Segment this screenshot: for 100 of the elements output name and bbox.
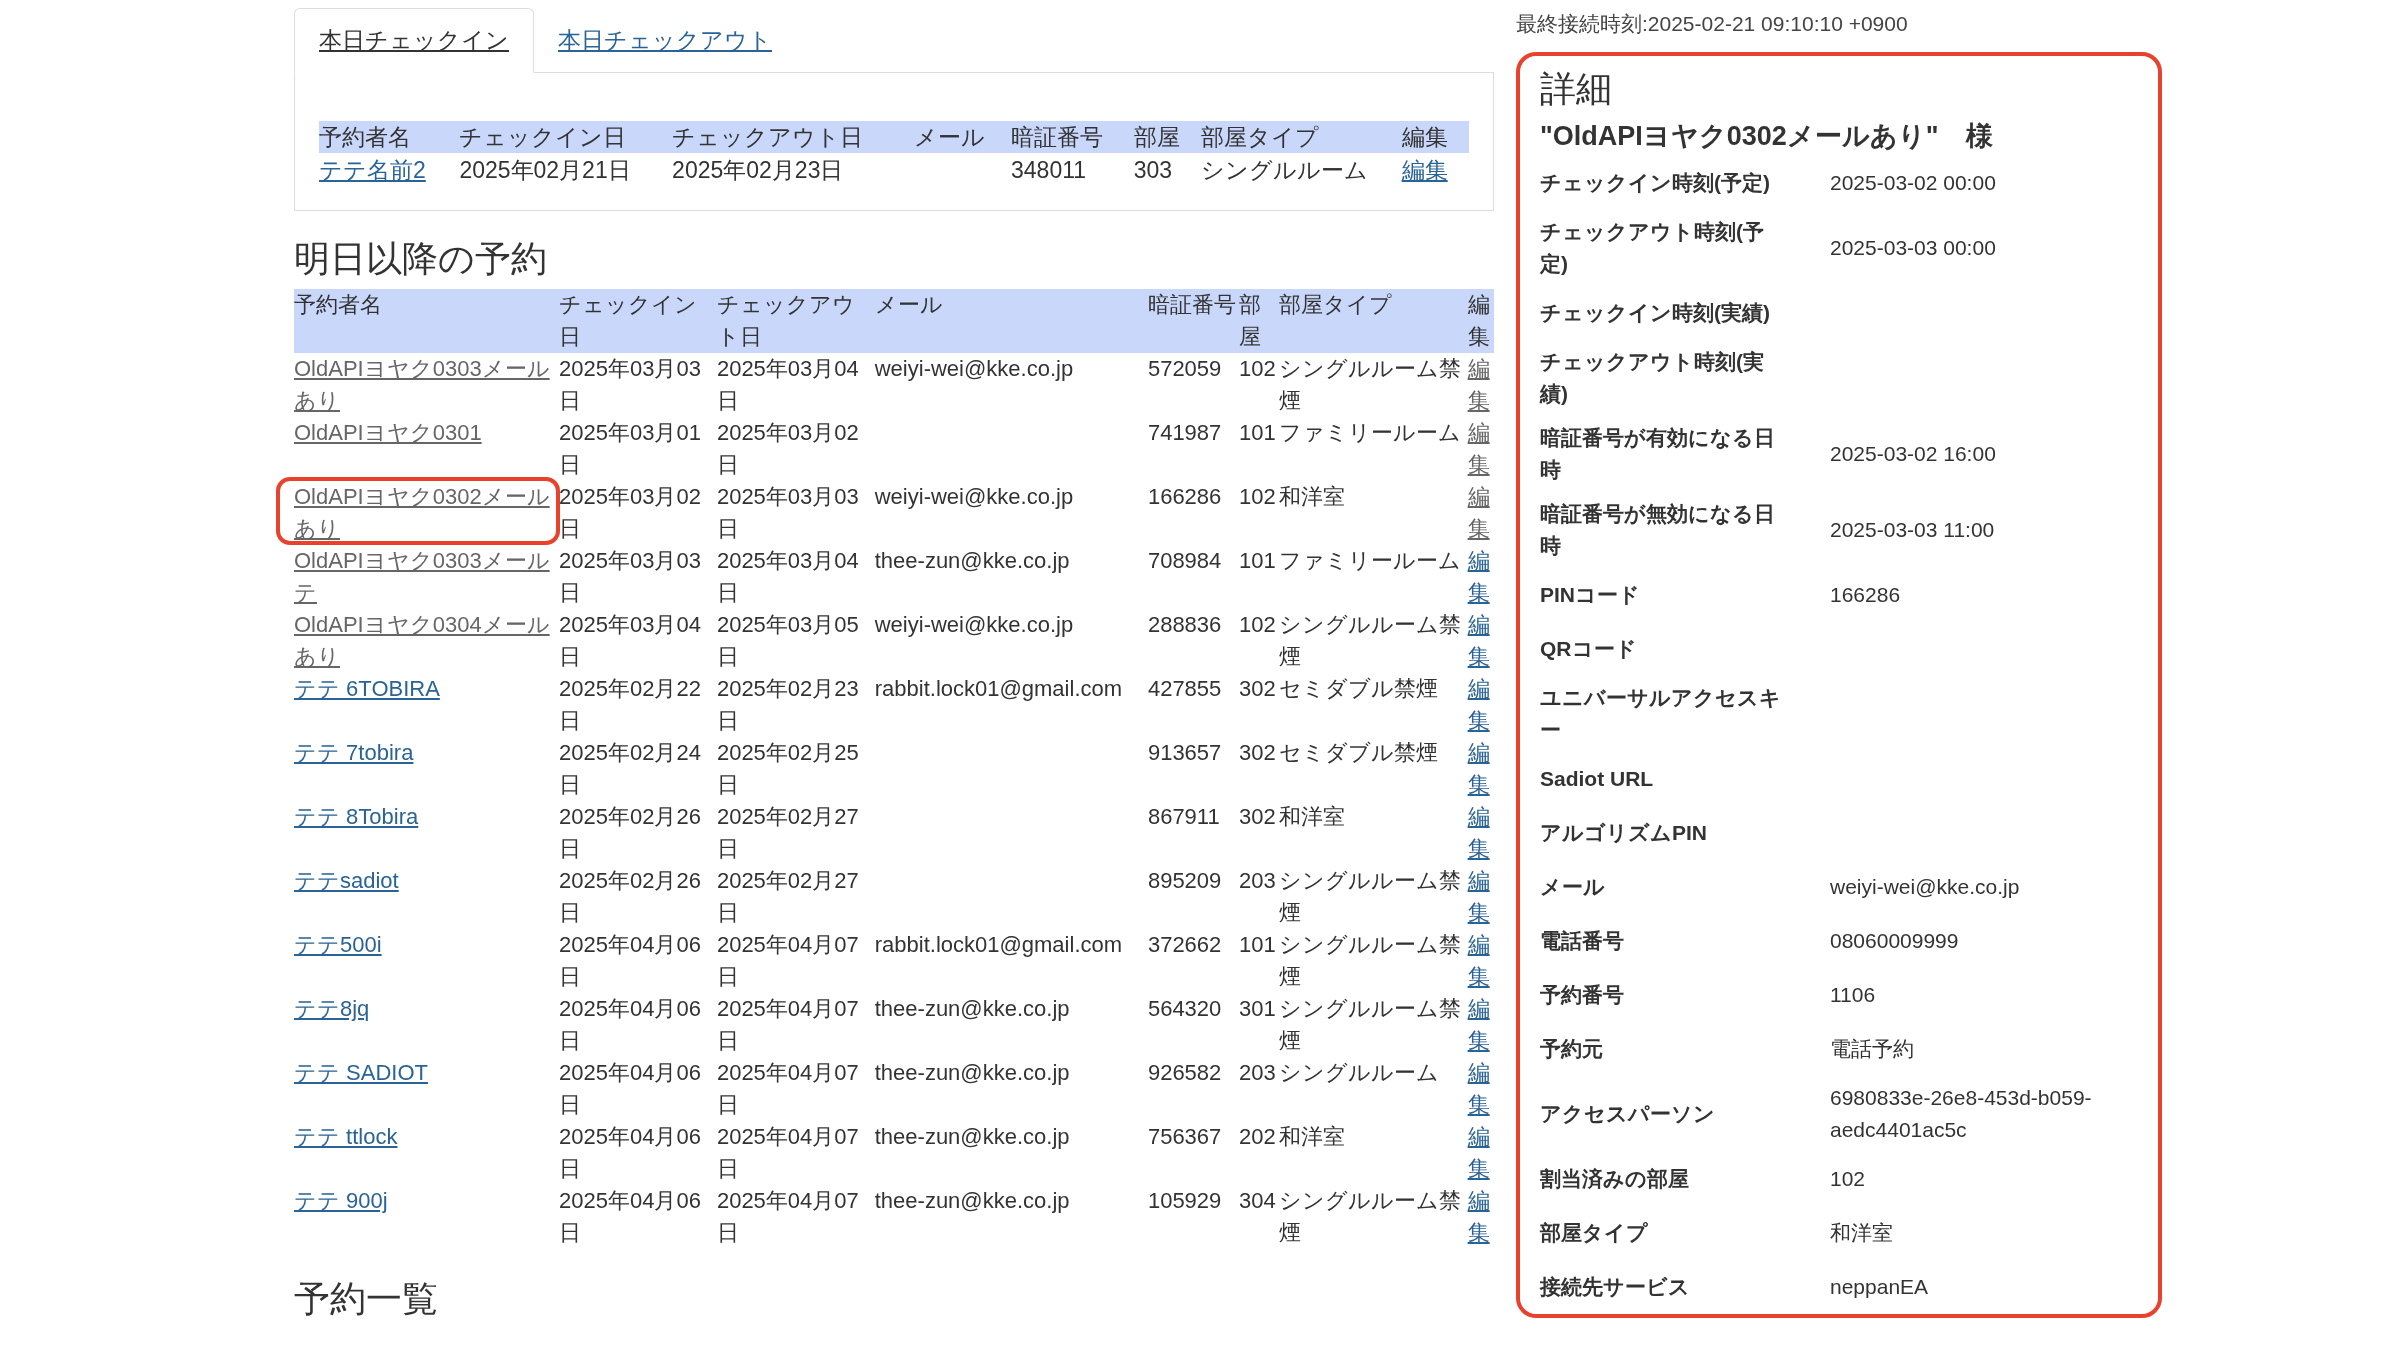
guest-link[interactable]: テテ 6TOBIRA [294,672,560,705]
guest-link[interactable]: OldAPIヨヤク0301 [294,416,560,449]
table-cell: 2025年03月02日 [559,483,701,541]
table-cell: 303 [1133,153,1201,188]
table-cell: 2025年03月04日 [716,547,859,605]
table-cell: thee-zun@kke.co.jp [874,1123,1070,1149]
column-header: メール [913,121,1012,153]
field-label: チェックイン時刻(予定) [1540,170,1771,196]
edit-link[interactable]: 編集 [1467,672,1494,737]
column-header: 部屋 [1238,288,1280,353]
field-value: 和洋室 [1830,1220,1894,1246]
guest-link[interactable]: テテ 8Tobira [294,800,560,833]
field-value: 2025-03-03 00:00 [1830,235,1997,261]
guest-link[interactable]: テテsadiot [294,864,560,897]
table-cell: 2025年03月03日 [559,547,701,605]
field-label: 暗証番号が有効になる日時 [1540,425,1776,483]
table-cell: 348011 [1011,153,1134,188]
guest-name: "OldAPIヨヤク0302メールあり" 様 [1540,120,1994,153]
field-value: 2025-03-02 16:00 [1830,441,1997,467]
table-cell: シングルルーム [1200,153,1402,188]
table-cell: 2025年02月21日 [459,153,673,188]
field-label: 暗証番号が無効になる日時 [1540,501,1776,559]
guest-link[interactable]: テテ ttlock [294,1120,560,1153]
guest-link[interactable]: テテ 900j [294,1184,560,1217]
table-cell: weiyi-wei@kke.co.jp [874,483,1074,509]
field-label: QRコード [1540,636,1638,662]
table-cell: 2025年04月06日 [559,995,701,1053]
tab[interactable]: 本日チェックアウト [534,8,796,72]
table-cell: 2025年04月06日 [559,1059,701,1117]
table-cell: 和洋室 [1279,1123,1346,1149]
column-header: 暗証番号 [1147,288,1239,353]
guest-link[interactable]: テテ名前2 [319,157,426,184]
table-cell: 302 [1238,739,1276,765]
table-cell: 2025年04月07日 [716,1123,859,1181]
field-label: 割当済みの部屋 [1540,1166,1690,1192]
guest-link[interactable]: OldAPIヨヤク0303メールテ [294,544,560,609]
table-cell: 2025年03月01日 [559,419,701,477]
table-cell: ファミリールーム [1279,419,1462,445]
guest-link[interactable]: テテ8jq [294,992,560,1025]
column-header: 編集 [1467,288,1494,353]
edit-link[interactable]: 編集 [1467,928,1494,993]
table-cell: 913657 [1147,739,1222,765]
column-header: チェックイン日 [459,121,673,153]
guest-link[interactable]: テテ 7tobira [294,736,560,769]
field-label: 部屋タイプ [1540,1220,1649,1246]
guest-link[interactable]: テテ500i [294,928,560,961]
table-cell: 2025年02月23日 [716,675,859,733]
table-cell: シングルルーム禁煙 [1279,995,1462,1053]
table-cell: thee-zun@kke.co.jp [874,1059,1070,1085]
field-label: ユニバーサルアクセスキー [1540,685,1782,743]
tab[interactable]: 本日チェックイン [294,8,534,73]
edit-link[interactable]: 編集 [1467,1056,1494,1121]
table-cell: シングルルーム禁煙 [1279,611,1462,669]
table-cell: 2025年03月03日 [716,483,859,541]
table-cell: 301 [1238,995,1276,1021]
table-cell: 102 [1238,611,1276,637]
table-cell: 756367 [1147,1123,1222,1149]
guest-link[interactable]: OldAPIヨヤク0302メールあり [294,480,560,545]
field-label: 電話番号 [1540,928,1625,954]
table-cell: 288836 [1147,611,1222,637]
table-cell: シングルルーム禁煙 [1279,355,1462,413]
table-cell: 105929 [1147,1187,1222,1213]
edit-link[interactable]: 編集 [1467,416,1494,481]
section-heading: 予約一覧 [294,1276,439,1321]
table-cell: 302 [1238,675,1276,701]
guest-link[interactable]: OldAPIヨヤク0303メールあり [294,352,560,417]
column-header: メール [874,288,1148,353]
table-cell: thee-zun@kke.co.jp [874,1187,1070,1213]
table-cell: 166286 [1147,483,1222,509]
table-cell: 2025年03月04日 [716,355,859,413]
table-cell: 741987 [1147,419,1222,445]
table-cell: セミダブル禁煙 [1279,739,1439,765]
table-cell: 895209 [1147,867,1222,893]
column-header: チェックアウト日 [672,121,914,153]
table-cell: 102 [1238,355,1276,381]
field-label: メール [1540,874,1606,900]
edit-link[interactable]: 編集 [1467,1120,1494,1185]
table-cell: thee-zun@kke.co.jp [874,995,1070,1021]
edit-link[interactable]: 編集 [1467,480,1494,545]
guest-link[interactable]: テテ SADIOT [294,1056,560,1089]
field-value: 102 [1830,1166,1867,1192]
field-value: 1106 [1830,982,1877,1008]
edit-link[interactable]: 編集 [1467,608,1494,673]
table-cell: 2025年04月06日 [559,1187,701,1245]
column-header: 編集 [1401,121,1469,153]
edit-link[interactable]: 編集 [1467,352,1494,417]
edit-link[interactable]: 編集 [1467,992,1494,1057]
table-cell: セミダブル禁煙 [1279,675,1439,701]
edit-link[interactable]: 編集 [1467,864,1494,929]
field-label: 予約番号 [1540,982,1625,1008]
edit-link[interactable]: 編集 [1467,736,1494,801]
field-label: Sadiot URL [1540,766,1655,792]
field-value: 6980833e-26e8-453d-b059-aedc4401ac5c [1830,1085,2093,1143]
table-cell: 203 [1238,1059,1276,1085]
edit-link[interactable]: 編集 [1401,157,1448,183]
edit-link[interactable]: 編集 [1467,800,1494,865]
table-cell: シングルルーム禁煙 [1279,931,1462,989]
edit-link[interactable]: 編集 [1467,1184,1494,1249]
edit-link[interactable]: 編集 [1467,544,1494,609]
guest-link[interactable]: OldAPIヨヤク0304メールあり [294,608,560,673]
